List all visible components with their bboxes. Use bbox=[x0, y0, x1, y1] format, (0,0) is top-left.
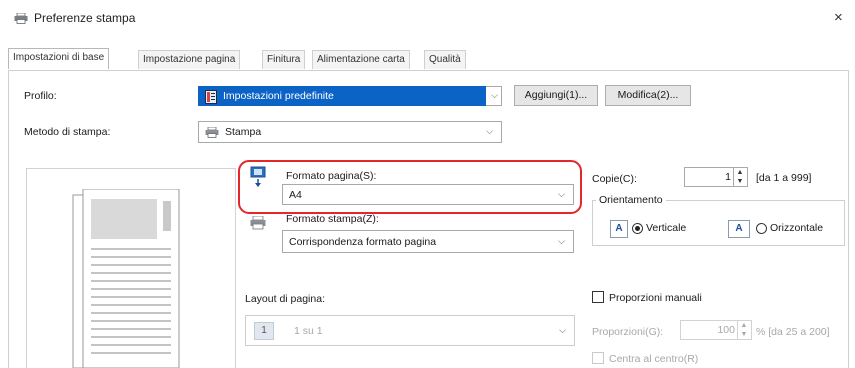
copies-stepper[interactable]: 1 ▲ ▼ bbox=[684, 167, 748, 187]
close-icon[interactable]: × bbox=[834, 9, 843, 26]
manual-scaling-label: Proporzioni manuali bbox=[609, 292, 702, 304]
print-method-dropdown[interactable]: Stampa ⌵ bbox=[198, 121, 502, 143]
profile-dropdown-arrow[interactable]: ⌵ bbox=[486, 86, 502, 106]
print-method-value: Stampa bbox=[225, 126, 262, 138]
orientation-label: Orientamento bbox=[596, 194, 666, 206]
title-bar: Preferenze stampa × bbox=[0, 0, 855, 36]
tab-basic-settings[interactable]: Impostazioni di base bbox=[8, 48, 110, 69]
landscape-radio[interactable] bbox=[756, 223, 767, 234]
profile-value: Impostazioni predefinite bbox=[223, 90, 334, 102]
center-checkbox[interactable] bbox=[592, 352, 604, 364]
portrait-label: Verticale bbox=[646, 222, 687, 234]
tab-finishing[interactable]: Finitura bbox=[262, 50, 306, 69]
printer-icon bbox=[14, 13, 28, 24]
spinner-arrows-icon[interactable]: ▲ ▼ bbox=[733, 168, 746, 186]
add-profile-button[interactable]: Aggiungi(1)... bbox=[514, 85, 598, 106]
page-preview-graphic bbox=[72, 189, 180, 368]
chevron-down-icon: ⌵ bbox=[486, 125, 493, 136]
output-size-label: Formato stampa(Z): bbox=[286, 213, 379, 225]
print-method-label: Metodo di stampa: bbox=[24, 126, 111, 138]
portrait-radio[interactable] bbox=[632, 223, 643, 234]
copies-label: Copie(C): bbox=[592, 173, 637, 185]
window-title: Preferenze stampa bbox=[34, 11, 136, 25]
scaling-value: 100 bbox=[717, 324, 735, 336]
page-layout-label: Layout di pagina: bbox=[245, 293, 325, 305]
landscape-icon: A bbox=[728, 220, 750, 238]
scaling-stepper[interactable]: 100 ▲ ▼ bbox=[680, 320, 752, 340]
edit-profile-button[interactable]: Modifica(2)... bbox=[605, 85, 691, 106]
scaling-label: Proporzioni(G): bbox=[592, 326, 664, 338]
output-size-dropdown[interactable]: Corrispondenza formato pagina ⌵ bbox=[282, 230, 574, 253]
printer-icon bbox=[205, 127, 219, 138]
page-layout-dropdown[interactable]: 1 1 su 1 ⌵ bbox=[245, 315, 575, 346]
chevron-down-icon: ⌵ bbox=[558, 235, 565, 246]
copies-range: [da 1 a 999] bbox=[756, 172, 812, 184]
center-label: Centra al centro(R) bbox=[609, 353, 699, 365]
output-size-icon bbox=[250, 216, 266, 230]
copies-value: 1 bbox=[725, 171, 731, 183]
chevron-down-icon: ⌵ bbox=[491, 89, 498, 100]
chevron-down-icon: ⌵ bbox=[559, 324, 566, 335]
spinner-arrows-icon[interactable]: ▲ ▼ bbox=[737, 321, 750, 339]
page-preview bbox=[26, 168, 236, 368]
page-layout-icon: 1 bbox=[254, 322, 274, 340]
profile-label: Profilo: bbox=[24, 90, 57, 102]
tab-page-setup[interactable]: Impostazione pagina bbox=[138, 50, 241, 69]
tab-paper-source[interactable]: Alimentazione carta bbox=[312, 50, 410, 69]
page-layout-value: 1 su 1 bbox=[294, 324, 323, 337]
profile-icon bbox=[205, 90, 217, 104]
tab-quality[interactable]: Qualità bbox=[424, 50, 466, 69]
output-size-value: Corrispondenza formato pagina bbox=[289, 235, 437, 248]
profile-dropdown[interactable]: Impostazioni predefinite bbox=[198, 86, 486, 106]
landscape-label: Orizzontale bbox=[770, 222, 824, 234]
portrait-icon: A bbox=[610, 220, 628, 238]
manual-scaling-checkbox[interactable] bbox=[592, 291, 604, 303]
highlight-box bbox=[238, 160, 582, 214]
scaling-range: % [da 25 a 200] bbox=[756, 326, 830, 338]
